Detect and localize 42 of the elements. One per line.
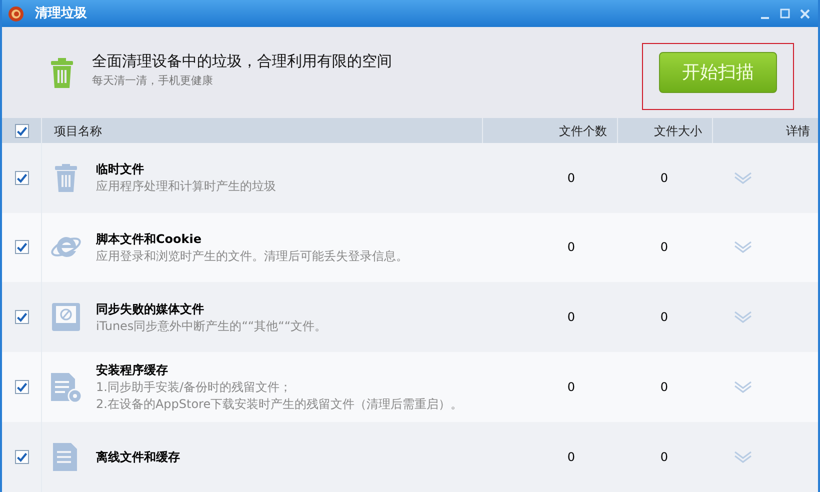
- file-size: 0: [660, 379, 668, 396]
- checkbox[interactable]: [14, 310, 28, 324]
- trash-can-icon: [54, 164, 78, 192]
- item-description: 1.同步助手安装/备份时的残留文件；: [96, 378, 292, 396]
- file-size: 0: [660, 239, 668, 256]
- item-description: iTunes同步意外中断产生的““其他““文件。: [96, 318, 328, 335]
- checkbox[interactable]: [14, 170, 28, 185]
- file-size: 0: [660, 309, 668, 326]
- subheadline: 每天清一清，手机更健康: [92, 72, 214, 89]
- file-count: 0: [567, 449, 575, 466]
- maximize-icon[interactable]: [778, 6, 792, 21]
- headline: 全面清理设备中的垃圾，合理利用有限的空间: [92, 51, 392, 72]
- checkbox[interactable]: [14, 380, 28, 394]
- item-name: 脚本文件和Cookie: [96, 230, 203, 248]
- checkbox[interactable]: [14, 124, 28, 138]
- file-count: 0: [567, 309, 575, 326]
- blocked-device-icon: [51, 302, 81, 332]
- file-size: 0: [660, 170, 668, 187]
- app-logo-icon: [8, 6, 24, 22]
- document-disc-icon: [50, 371, 82, 404]
- item-name: 离线文件和缓存: [96, 449, 181, 466]
- column-header: 项目名称: [54, 122, 102, 140]
- file-size: 0: [660, 449, 668, 466]
- item-name: 安装程序缓存: [96, 362, 169, 379]
- column-header: 文件个数: [559, 122, 607, 140]
- checkbox[interactable]: [14, 240, 28, 254]
- file-count: 0: [567, 170, 575, 187]
- file-count: 0: [567, 379, 575, 396]
- window-title: 清理垃圾: [35, 4, 87, 23]
- close-icon[interactable]: [798, 6, 812, 21]
- item-name: 同步失败的媒体文件: [96, 300, 205, 318]
- item-description: 2.在设备的AppStore下载安装时产生的残留文件（清理后需重启）。: [96, 396, 464, 414]
- file-count: 0: [567, 239, 575, 256]
- item-description: 应用程序处理和计算时产生的垃圾: [96, 178, 277, 195]
- item-description: 应用登录和浏览时产生的文件。清理后可能丢失登录信息。: [96, 248, 409, 265]
- scan-button[interactable]: 开始扫描: [659, 52, 777, 94]
- item-name: 临时文件: [96, 160, 145, 178]
- document-icon: [52, 441, 80, 474]
- column-header: 详情: [786, 122, 810, 140]
- column-header: 文件大小: [654, 122, 702, 140]
- checkbox[interactable]: [14, 450, 28, 464]
- trash-can-icon: [50, 58, 74, 88]
